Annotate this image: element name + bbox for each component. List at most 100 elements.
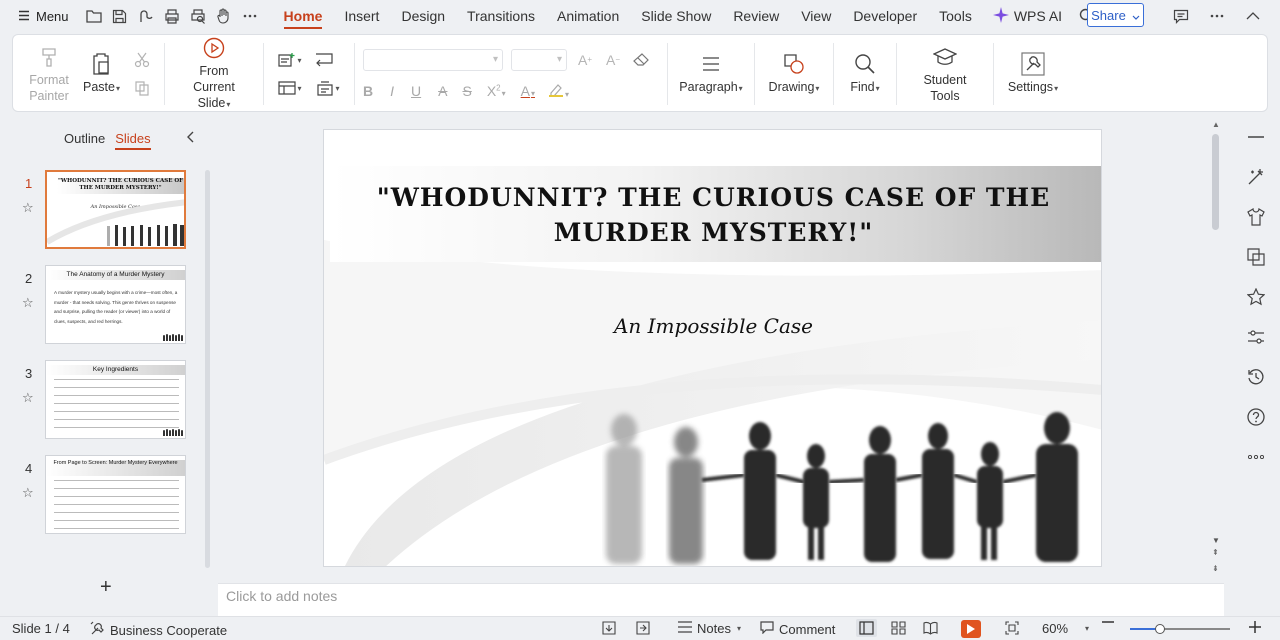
student-tools-button[interactable]: Student Tools [909, 44, 981, 104]
help-icon[interactable] [1245, 406, 1267, 428]
slide-thumbnail[interactable]: The Anatomy of a Murder Mystery A murder… [45, 265, 186, 344]
next-slide-icon[interactable]: ⇟ [1212, 564, 1219, 573]
previous-slide-icon[interactable]: ⇞ [1212, 548, 1219, 557]
print-preview-icon[interactable] [189, 7, 207, 25]
more-options-icon[interactable] [1208, 7, 1226, 25]
font-name-select[interactable]: ▾ [362, 48, 503, 71]
scroll-down-icon[interactable]: ▼ [1212, 536, 1220, 545]
tab-outline[interactable]: Outline [64, 131, 105, 150]
add-slide-icon[interactable]: + [100, 576, 112, 599]
slide-layout-icon[interactable] [1245, 246, 1267, 268]
clear-format-icon[interactable] [631, 51, 651, 69]
favorite-star-icon[interactable] [1245, 286, 1267, 308]
slide-thumbnail[interactable]: From Page to Screen: Murder Mystery Ever… [45, 455, 186, 534]
fit-window-icon[interactable] [602, 621, 616, 635]
tab-review[interactable]: Review [722, 0, 790, 32]
reading-view-icon[interactable] [923, 621, 938, 635]
shirt-style-icon[interactable] [1245, 206, 1267, 228]
canvas-scroll-thumb[interactable] [1212, 134, 1219, 230]
share-button[interactable]: Share [1087, 3, 1144, 27]
star-icon[interactable]: ☆ [22, 390, 34, 406]
double-strike-icon[interactable]: S [462, 83, 471, 99]
print-icon[interactable] [163, 7, 181, 25]
comment-panel-icon[interactable] [1172, 7, 1190, 25]
copy-icon[interactable] [132, 79, 152, 97]
wps-ai-button[interactable]: WPS AI [983, 6, 1072, 26]
font-size-select[interactable]: ▾ [510, 48, 567, 71]
ribbon-tabs: Home Insert Design Transitions Animation… [273, 0, 1097, 32]
tab-design[interactable]: Design [390, 0, 456, 32]
zoom-slider[interactable] [1130, 624, 1230, 634]
main-menu-button[interactable]: Menu [0, 0, 79, 32]
comment-button[interactable]: Comment [760, 621, 835, 637]
zoom-slider-knob[interactable] [1155, 624, 1165, 634]
slide-thumbnail[interactable]: "WHODUNNIT? THE CURIOUS CASE OF THE MURD… [45, 170, 186, 249]
font-color-icon[interactable]: A▾ [521, 83, 535, 99]
more-quick-icon[interactable] [241, 7, 259, 25]
hand-icon[interactable] [215, 7, 233, 25]
cut-icon[interactable] [132, 51, 152, 69]
export-slide-icon[interactable] [636, 621, 650, 635]
notes-pane[interactable]: Click to add notes [218, 583, 1224, 616]
tab-view[interactable]: View [790, 0, 842, 32]
format-painter-button[interactable]: Format Painter [27, 44, 71, 104]
open-folder-icon[interactable] [85, 7, 103, 25]
from-current-label-2: Slide [197, 96, 226, 110]
business-cooperate-button[interactable]: Business Cooperate [90, 621, 227, 639]
increase-font-icon[interactable]: A + [575, 51, 595, 69]
fit-slide-icon[interactable] [1005, 621, 1019, 635]
star-icon[interactable]: ☆ [22, 200, 34, 216]
layout-icon[interactable]: ▾ [276, 79, 304, 97]
save-icon[interactable] [111, 7, 129, 25]
tab-transitions[interactable]: Transitions [456, 0, 546, 32]
history-icon[interactable] [1245, 366, 1267, 388]
collapse-ribbon-icon[interactable] [1244, 7, 1262, 25]
minus-icon[interactable] [1245, 126, 1267, 148]
bold-icon[interactable]: B [363, 83, 373, 99]
slide-show-button[interactable] [961, 620, 981, 638]
zoom-select[interactable]: 60% ▾ [1042, 621, 1089, 636]
export-icon[interactable] [137, 7, 155, 25]
adjust-sliders-icon[interactable] [1245, 326, 1267, 348]
thumbnail-people [163, 429, 183, 436]
more-tools-icon[interactable] [1245, 446, 1267, 468]
collapse-panel-icon[interactable] [186, 130, 194, 146]
italic-icon[interactable]: I [390, 83, 394, 99]
decrease-font-icon[interactable]: A − [603, 51, 623, 69]
slide-navigation-panel: Outline Slides 1 ☆ "WHODUNNIT? THE CURIO… [0, 118, 216, 616]
tab-animation[interactable]: Animation [546, 0, 630, 32]
slide-sorter-icon[interactable] [891, 621, 906, 635]
new-slide-icon[interactable]: ▾ [276, 51, 304, 69]
find-button[interactable]: Find▾ [848, 51, 882, 97]
magic-tools-icon[interactable] [1245, 166, 1267, 188]
current-slide[interactable]: "WHODUNNIT? THE CURIOUS CASE OF THE MURD… [323, 129, 1102, 567]
superscript-icon[interactable]: X2▾ [487, 83, 506, 99]
highlight-icon[interactable]: ▾ [548, 83, 569, 100]
zoom-out-icon[interactable] [1102, 621, 1114, 623]
star-icon[interactable]: ☆ [22, 485, 34, 501]
panel-scrollbar[interactable] [205, 170, 210, 568]
student-tools-group: Student Tools [897, 43, 994, 105]
tab-slides[interactable]: Slides [115, 131, 151, 150]
canvas-scrollbar[interactable]: ▲ ▼ ⇞ ⇟ [1208, 118, 1224, 582]
notes-toggle-button[interactable]: Notes ▾ [678, 621, 741, 636]
reset-slide-icon[interactable] [314, 51, 334, 69]
scroll-up-icon[interactable]: ▲ [1212, 120, 1220, 129]
paragraph-button[interactable]: Paragraph▾ [679, 51, 743, 97]
strikethrough-icon[interactable]: A [438, 83, 447, 99]
tab-insert[interactable]: Insert [333, 0, 390, 32]
underline-icon[interactable]: U [411, 83, 421, 99]
slide-thumbnail[interactable]: Key Ingredients [45, 360, 186, 439]
from-current-slide-button[interactable]: From Current Slide▾ [179, 35, 249, 113]
tab-developer[interactable]: Developer [842, 0, 928, 32]
tab-slide-show[interactable]: Slide Show [630, 0, 722, 32]
normal-view-icon[interactable] [856, 619, 877, 637]
settings-button[interactable]: Settings▾ [1006, 51, 1060, 97]
zoom-in-icon[interactable] [1249, 621, 1261, 633]
section-icon[interactable]: ▾ [314, 79, 342, 97]
drawing-button[interactable]: Drawing▾ [767, 51, 821, 97]
tab-tools[interactable]: Tools [928, 0, 983, 32]
tab-home[interactable]: Home [273, 0, 334, 32]
paste-button[interactable]: Paste▾ [83, 51, 120, 97]
star-icon[interactable]: ☆ [22, 295, 34, 311]
